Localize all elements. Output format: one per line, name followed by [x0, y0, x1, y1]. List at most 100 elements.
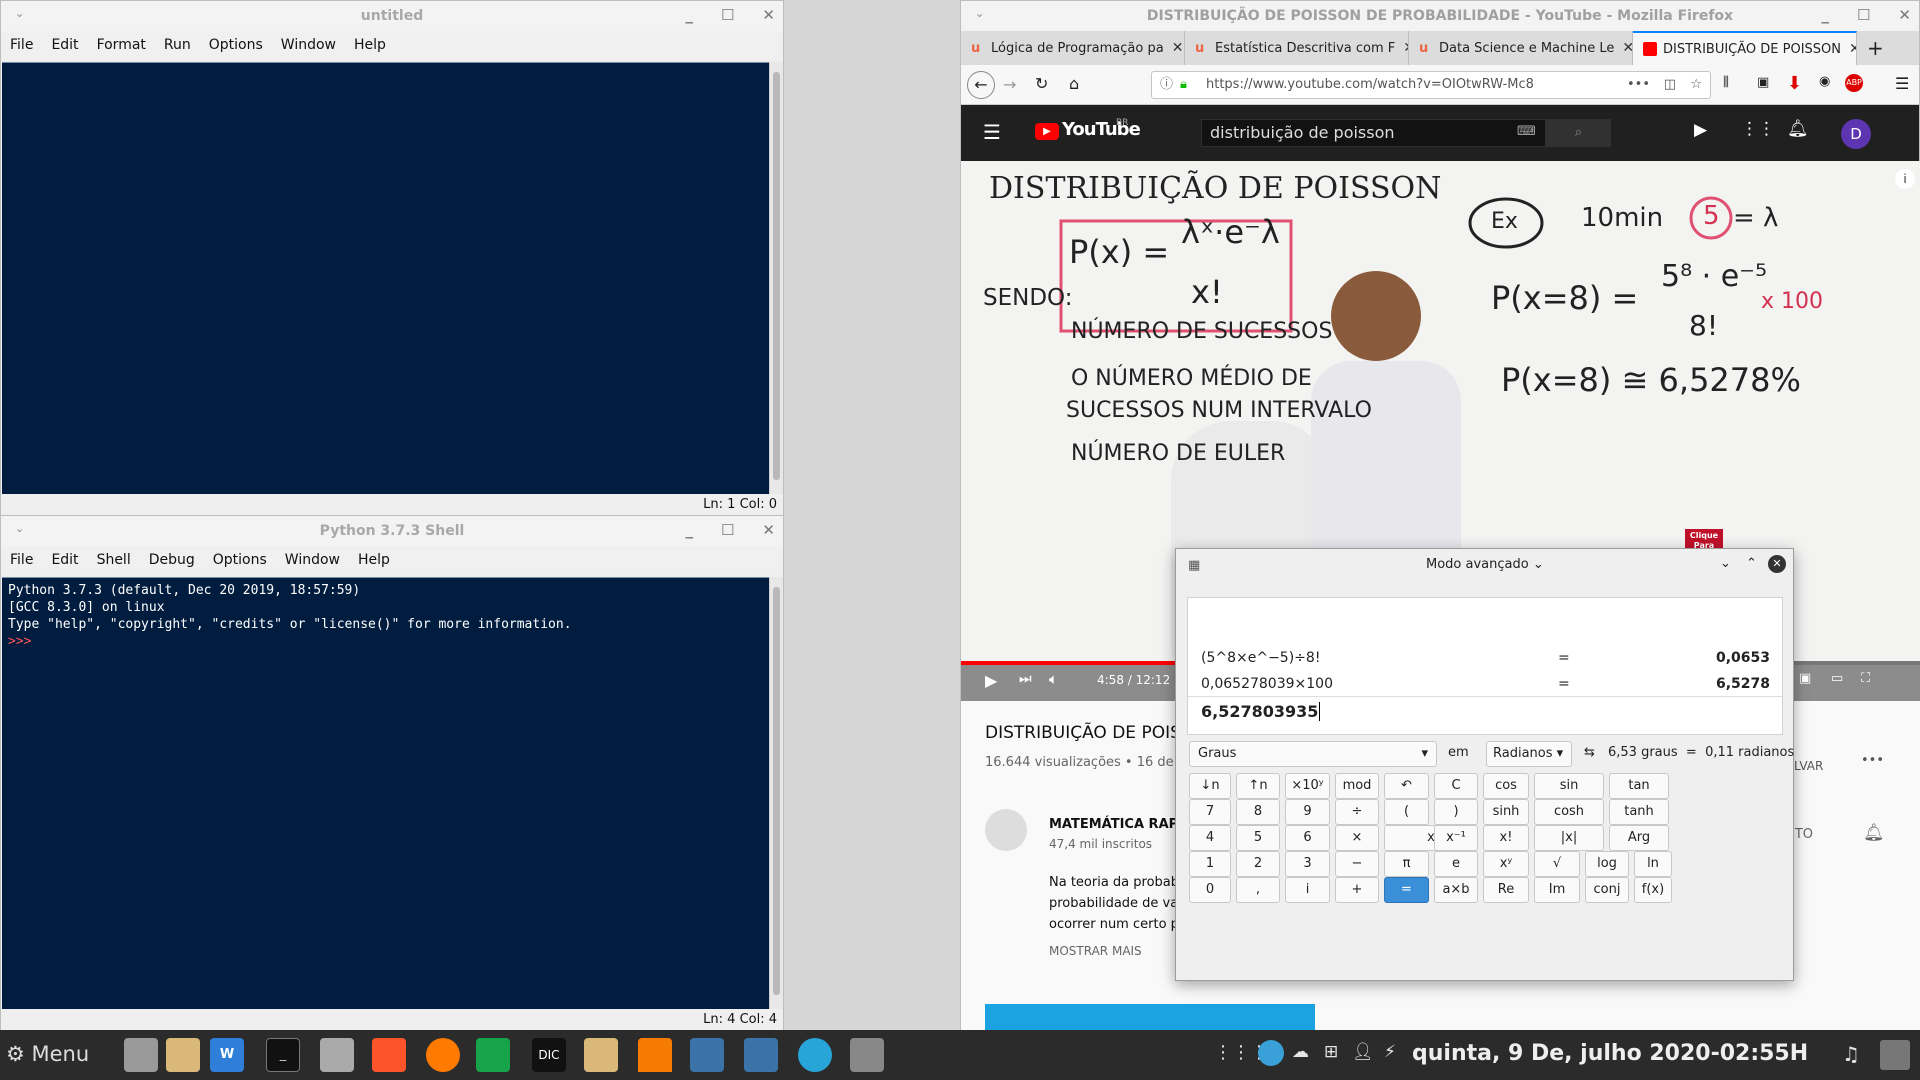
key-button[interactable]: ÷: [1335, 799, 1379, 825]
channel-avatar[interactable]: [985, 809, 1027, 851]
tab-poisson[interactable]: DISTRIBUIÇÃO DE POISSON✕: [1633, 31, 1857, 65]
search-button[interactable]: ⌕: [1546, 119, 1611, 147]
new-tab-button[interactable]: +: [1857, 31, 1894, 65]
files-icon[interactable]: [166, 1038, 200, 1072]
key-button[interactable]: 2: [1236, 851, 1280, 877]
tab-estatistica[interactable]: u Estatística Descritiva com F✕: [1185, 31, 1409, 65]
bell-icon[interactable]: 🔔︎: [1863, 823, 1885, 843]
key-button[interactable]: 7: [1189, 799, 1231, 825]
shell-text-area[interactable]: Python 3.7.3 (default, Dec 20 2019, 18:5…: [2, 577, 770, 1009]
maximize-icon[interactable]: ☐: [1857, 6, 1870, 24]
channel-name[interactable]: MATEMÁTICA RAPID: [1049, 817, 1194, 832]
menu-item-file[interactable]: File: [10, 37, 33, 53]
history-value[interactable]: 6,5278: [1716, 676, 1770, 692]
home-button[interactable]: ⌂: [1069, 74, 1079, 93]
close-tab-icon[interactable]: ✕: [1614, 40, 1632, 56]
key-button[interactable]: sinh: [1483, 799, 1529, 825]
show-more-button[interactable]: MOSTRAR MAIS: [1049, 944, 1142, 958]
play-icon[interactable]: ▶: [985, 671, 997, 690]
close-icon[interactable]: ✕: [762, 521, 775, 539]
key-button[interactable]: mod: [1335, 773, 1379, 799]
key-button[interactable]: 6: [1285, 825, 1330, 851]
page-actions-icon[interactable]: •••: [1627, 72, 1650, 98]
key-button[interactable]: 4: [1189, 825, 1231, 851]
menu-item-help[interactable]: Help: [358, 552, 390, 568]
back-button[interactable]: ←: [967, 71, 995, 99]
key-button[interactable]: |x|: [1534, 825, 1604, 851]
fullscreen-icon[interactable]: ⛶: [1861, 671, 1870, 686]
keyboard-icon[interactable]: ⌨: [1517, 124, 1536, 139]
key-button[interactable]: (: [1384, 799, 1429, 825]
bookmark-star-icon[interactable]: ☆: [1690, 72, 1702, 98]
info-icon[interactable]: ⓘ: [1160, 72, 1173, 98]
maximize-icon[interactable]: ⌃: [1746, 556, 1757, 571]
key-button[interactable]: Re: [1483, 877, 1529, 903]
clock[interactable]: quinta, 9 De, julho 2020-02:55H: [1412, 1041, 1808, 1066]
key-button[interactable]: 9: [1285, 799, 1330, 825]
weather-icon[interactable]: ☁: [1292, 1042, 1309, 1062]
window-menu-icon[interactable]: ⌄: [975, 7, 984, 20]
guide-menu-icon[interactable]: ☰: [983, 120, 1001, 144]
from-unit-select[interactable]: Graus ▾: [1189, 741, 1437, 767]
key-button[interactable]: i: [1285, 877, 1330, 903]
shell-scrollbar[interactable]: [769, 577, 783, 1009]
next-icon[interactable]: ⏭: [1019, 671, 1032, 687]
python-idle-icon[interactable]: [690, 1038, 724, 1072]
key-button[interactable]: C: [1434, 773, 1478, 799]
key-button[interactable]: ): [1434, 799, 1478, 825]
key-button[interactable]: 3: [1285, 851, 1330, 877]
apps-grid-icon[interactable]: ⋮⋮: [1741, 119, 1775, 139]
key-button[interactable]: x⁻¹: [1434, 825, 1478, 851]
key-button[interactable]: ×: [1335, 825, 1379, 851]
menu-item-format[interactable]: Format: [97, 37, 146, 53]
show-desktop-icon[interactable]: [1880, 1040, 1910, 1070]
history-value[interactable]: 0,0653: [1716, 650, 1770, 666]
key-button[interactable]: 0: [1189, 877, 1231, 903]
create-video-icon[interactable]: ▶︎: [1694, 120, 1707, 140]
youtube-logo-icon[interactable]: ▶: [1035, 123, 1059, 140]
minimize-icon[interactable]: ⌄: [1720, 556, 1731, 571]
key-button[interactable]: ↓n: [1189, 773, 1231, 799]
reload-button[interactable]: ↻: [1035, 74, 1048, 93]
key-button[interactable]: +: [1335, 877, 1379, 903]
menu-item-file[interactable]: File: [10, 552, 33, 568]
key-button[interactable]: −: [1335, 851, 1379, 877]
terminal-icon[interactable]: _: [266, 1038, 300, 1072]
more-actions-icon[interactable]: •••: [1861, 753, 1884, 768]
minimize-icon[interactable]: _: [1821, 6, 1829, 24]
close-tab-icon[interactable]: ✕: [1841, 41, 1856, 57]
swap-units-icon[interactable]: ⇆: [1584, 745, 1595, 760]
menu-item-window[interactable]: Window: [285, 552, 340, 568]
menu-item-help[interactable]: Help: [354, 37, 386, 53]
key-button[interactable]: Im: [1534, 877, 1580, 903]
menu-item-options[interactable]: Options: [213, 552, 267, 568]
close-icon[interactable]: ✕: [762, 6, 775, 24]
key-button[interactable]: xʸ: [1483, 851, 1529, 877]
url-bar[interactable]: ⓘ 🔒︎ https://www.youtube.com/watch?v=OIOtw…: [1151, 71, 1711, 99]
avatar[interactable]: D: [1841, 119, 1871, 149]
key-button[interactable]: =: [1384, 877, 1429, 903]
notifications-bell-icon[interactable]: 🔔︎: [1787, 119, 1809, 139]
user-icon[interactable]: 👤︎: [1352, 1042, 1374, 1062]
tab-logica[interactable]: u Lógica de Programação pa ✕: [961, 31, 1185, 65]
network-icon[interactable]: ⊞: [1324, 1042, 1338, 1062]
mode-selector[interactable]: Modo avançado ⌄: [1426, 557, 1544, 572]
key-button[interactable]: x!: [1483, 825, 1529, 851]
key-button[interactable]: ↶: [1384, 773, 1429, 799]
download-icon[interactable]: ⬇: [1787, 73, 1802, 94]
key-button[interactable]: ln: [1634, 851, 1672, 877]
download-manager-icon[interactable]: [798, 1038, 832, 1072]
key-button[interactable]: 8: [1236, 799, 1280, 825]
calculator-task-icon[interactable]: [850, 1038, 884, 1072]
key-button[interactable]: Arg: [1609, 825, 1669, 851]
hamburger-menu-icon[interactable]: ☰: [1895, 74, 1909, 93]
menu-item-shell[interactable]: Shell: [97, 552, 131, 568]
battery-icon[interactable]: ⚡: [1384, 1042, 1396, 1062]
key-button[interactable]: tanh: [1609, 799, 1669, 825]
dictionary-icon[interactable]: DIC: [532, 1038, 566, 1072]
brave-icon[interactable]: [372, 1038, 406, 1072]
window-menu-icon[interactable]: ⌄: [15, 522, 24, 535]
key-button[interactable]: a×b: [1434, 877, 1478, 903]
calculator-launcher-icon[interactable]: [124, 1038, 158, 1072]
minimize-icon[interactable]: _: [685, 521, 693, 539]
